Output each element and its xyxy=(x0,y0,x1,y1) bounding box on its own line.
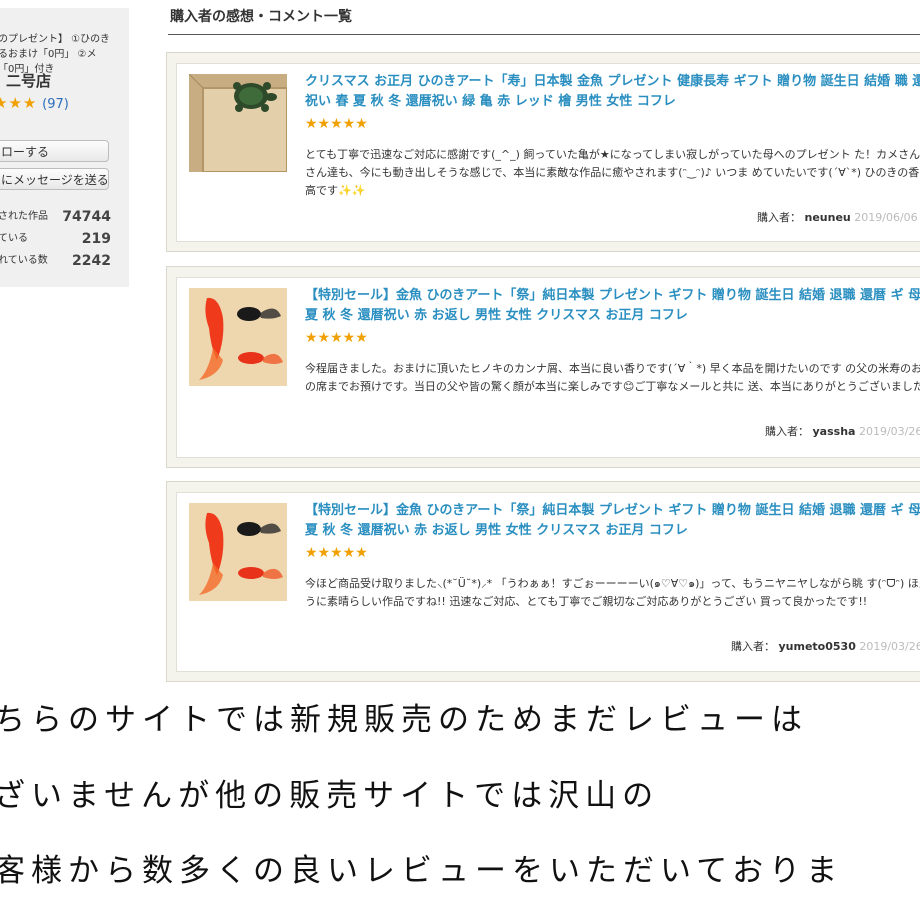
reviews-section-title: 購入者の感想・コメント一覧 xyxy=(170,9,352,25)
buyer-label: 購入者： xyxy=(757,211,801,224)
buyer-name: neuneu xyxy=(804,211,851,224)
review-product-title-link[interactable]: 【特別セール】金魚 ひのきアート「祭」純日本製 プレゼント ギフト 贈り物 誕生… xyxy=(305,501,920,541)
section-divider xyxy=(168,34,920,35)
review-comment: とても丁寧で迅速なご対応に感謝です(_^_) 飼っていた亀が★になってしまい寂し… xyxy=(305,148,920,197)
rating-count-link[interactable]: (97) xyxy=(42,97,69,112)
product-thumbnail[interactable] xyxy=(189,288,287,386)
review-comment: 今程届きました。おまけに頂いたヒノキのカンナ屑、本当に良い香りです(´∀｀*) … xyxy=(305,362,920,393)
promo-text-line: ちらのサイトでは新規販売のためまだレビューは xyxy=(0,702,808,738)
goldfish-art-image xyxy=(189,503,287,601)
review-buyer: 購入者： neuneu 2019/06/06 xyxy=(757,209,918,225)
review-buyer: 購入者： yumeto0530 2019/03/26 xyxy=(731,638,920,654)
promo-text-line: 客様から数多くの良いレビューをいただいておりま xyxy=(0,853,844,889)
shop-name[interactable]: 二号店 xyxy=(6,70,51,91)
shop-sidebar: のプレゼント】 ①ひのき るおまけ「0円」 ②メ 「0円」付き 二号店 ★★★ … xyxy=(0,8,129,287)
review-date: 2019/03/26 xyxy=(858,425,920,438)
stat-row-favorites: れている数 2242 xyxy=(0,251,111,271)
review-card-body: 【特別セール】金魚 ひのきアート「祭」純日本製 プレゼント ギフト 贈り物 誕生… xyxy=(176,277,920,458)
stat-label: れている数 xyxy=(0,255,48,266)
buyer-label: 購入者： xyxy=(765,425,809,438)
review-card: 【特別セール】金魚 ひのきアート「祭」純日本製 プレゼント ギフト 贈り物 誕生… xyxy=(166,266,920,468)
product-thumbnail[interactable] xyxy=(189,74,287,172)
review-stars-icon: ★★★★★ xyxy=(305,330,368,346)
rating-stars-icon: ★★★ xyxy=(0,94,38,112)
product-thumbnail[interactable] xyxy=(189,503,287,601)
stat-value: 74744 xyxy=(62,209,111,225)
review-date: 2019/06/06 xyxy=(854,211,918,224)
stat-row-works: された作品 74744 xyxy=(0,207,111,227)
review-card-body: クリスマス お正月 ひのきアート「寿」日本製 金魚 プレゼント 健康長寿 ギフト… xyxy=(176,63,920,242)
review-stars-icon: ★★★★★ xyxy=(305,545,368,561)
review-card-body: 【特別セール】金魚 ひのきアート「祭」純日本製 プレゼント ギフト 贈り物 誕生… xyxy=(176,492,920,672)
promo-text-line: ざいませんが他の販売サイトでは沢山の xyxy=(0,778,660,814)
review-comment: 今ほど商品受け取りました⸜(*˘Ü˘*)⸝* 「うわぁぁ！すごぉーーーーい(๑♡… xyxy=(305,577,920,608)
send-message-button[interactable]: にメッセージを送る xyxy=(0,168,109,190)
review-buyer: 購入者： yassha 2019/03/26 xyxy=(765,423,920,439)
buyer-name: yassha xyxy=(812,425,856,438)
turtle-art-image xyxy=(189,74,287,172)
goldfish-art-image xyxy=(189,288,287,386)
review-card: 【特別セール】金魚 ひのきアート「祭」純日本製 プレゼント ギフト 贈り物 誕生… xyxy=(166,481,920,682)
follow-button[interactable]: ローする xyxy=(0,140,109,162)
stat-label: された作品 xyxy=(0,211,48,222)
stat-row-followers: ている 219 xyxy=(0,229,111,249)
buyer-label: 購入者： xyxy=(731,640,775,653)
stat-value: 219 xyxy=(81,231,111,247)
shop-promo-line: るおまけ「0円」 ②メ xyxy=(0,49,97,60)
review-card: クリスマス お正月 ひのきアート「寿」日本製 金魚 プレゼント 健康長寿 ギフト… xyxy=(166,52,920,252)
shop-rating: ★★★ (97) xyxy=(0,94,69,112)
stat-value: 2242 xyxy=(72,253,111,269)
review-stars-icon: ★★★★★ xyxy=(305,116,368,132)
review-product-title-link[interactable]: クリスマス お正月 ひのきアート「寿」日本製 金魚 プレゼント 健康長寿 ギフト… xyxy=(305,72,920,112)
review-product-title-link[interactable]: 【特別セール】金魚 ひのきアート「祭」純日本製 プレゼント ギフト 贈り物 誕生… xyxy=(305,286,920,326)
shop-promo-line: のプレゼント】 ①ひのき xyxy=(0,34,110,45)
buyer-name: yumeto0530 xyxy=(778,640,856,653)
stat-label: ている xyxy=(0,233,28,244)
review-date: 2019/03/26 xyxy=(859,640,920,653)
